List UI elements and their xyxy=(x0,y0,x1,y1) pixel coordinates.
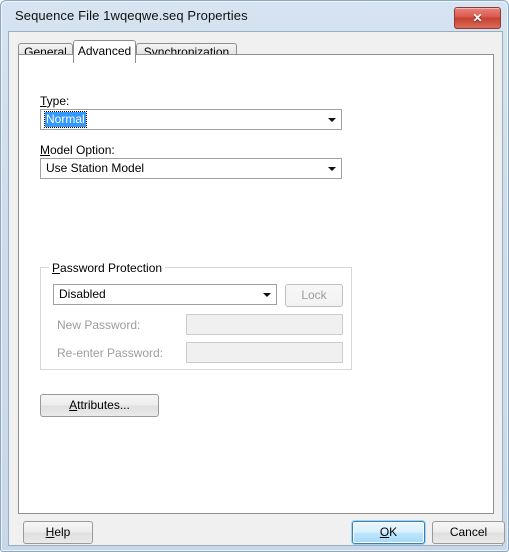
cancel-button[interactable]: Cancel xyxy=(432,521,505,544)
password-protection-title-accel: P xyxy=(52,261,61,275)
dialog-footer: Help OK Cancel xyxy=(18,519,505,545)
dialog-client-area: General Synchronization Advanced Type: N… xyxy=(8,31,505,546)
attributes-button-accel: A xyxy=(69,398,78,412)
help-button-rest: elp xyxy=(54,525,71,539)
model-option-label: Model Option: xyxy=(40,143,115,157)
chevron-down-icon xyxy=(327,166,336,171)
password-protection-groupbox: Password Protection Disabled Lock New Pa… xyxy=(40,261,352,370)
new-password-input[interactable] xyxy=(186,314,343,335)
tab-page-advanced: Type: Normal Model Option: Use Station M… xyxy=(18,54,494,514)
reenter-password-label: Re-enter Password: xyxy=(57,346,164,360)
type-combobox-arrow-button[interactable] xyxy=(323,111,340,128)
model-option-combobox[interactable]: Use Station Model xyxy=(40,158,342,179)
type-label-rest: ype: xyxy=(46,94,70,108)
password-protection-title-rest: assword Protection xyxy=(60,261,163,275)
password-state-combobox-value: Disabled xyxy=(59,287,106,301)
password-state-combobox-arrow-button[interactable] xyxy=(258,286,275,303)
ok-button-rest: K xyxy=(389,525,398,539)
reenter-password-input[interactable] xyxy=(186,342,343,363)
lock-button[interactable]: Lock xyxy=(285,284,343,307)
password-state-combobox[interactable]: Disabled xyxy=(53,284,277,305)
close-icon: ✕ xyxy=(472,11,483,25)
type-label: Type: xyxy=(40,94,69,108)
ok-button[interactable]: OK xyxy=(352,521,425,544)
dialog-window: Sequence File 1wqeqwe.seq Properties ✕ G… xyxy=(0,0,509,552)
attributes-button-rest: ttributes... xyxy=(77,398,130,412)
chevron-down-icon xyxy=(327,117,336,122)
chevron-down-icon xyxy=(262,292,271,297)
type-combobox[interactable]: Normal xyxy=(40,109,342,130)
ok-button-accel: O xyxy=(379,525,390,539)
password-protection-title: Password Protection xyxy=(49,261,166,275)
help-button[interactable]: Help xyxy=(23,521,93,544)
title-bar[interactable]: Sequence File 1wqeqwe.seq Properties ✕ xyxy=(2,2,507,30)
tab-advanced[interactable]: Advanced xyxy=(73,40,136,63)
attributes-button[interactable]: Attributes... xyxy=(40,394,159,417)
type-combobox-value: Normal xyxy=(44,111,87,128)
model-option-combobox-value: Use Station Model xyxy=(46,161,145,175)
window-title: Sequence File 1wqeqwe.seq Properties xyxy=(15,8,248,23)
model-option-label-accel: M xyxy=(40,143,50,157)
new-password-label: New Password: xyxy=(57,318,141,332)
close-button[interactable]: ✕ xyxy=(454,7,501,29)
model-option-label-rest: odel Option: xyxy=(50,143,115,157)
type-label-accel: T xyxy=(40,94,47,108)
model-option-combobox-arrow-button[interactable] xyxy=(323,160,340,177)
